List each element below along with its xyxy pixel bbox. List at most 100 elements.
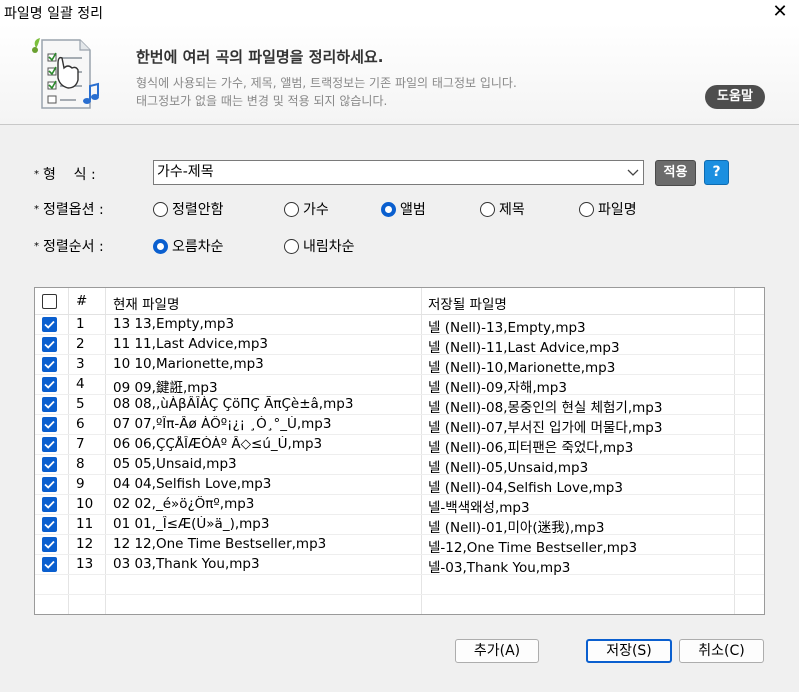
current-filename: 09 09,鍵誑,mp3 bbox=[113, 380, 218, 396]
table-row[interactable]: 10 02 02,_é»ö¿Öπº,mp3 넬-백색왜성,mp3 bbox=[35, 495, 764, 516]
format-label: * 형 식 : bbox=[34, 167, 96, 183]
radio-circle bbox=[480, 201, 495, 217]
table-row[interactable]: 4 09 09,鍵誑,mp3 넬 (Nell)-09,자해,mp3 bbox=[35, 375, 764, 396]
table-row[interactable]: 11 01 01,_Î≤Æ(Ú»ä_),mp3 넬 (Nell)-01,미아(迷我)… bbox=[35, 515, 764, 536]
target-filename: 넬 (Nell)-13,Empty,mp3 bbox=[428, 320, 586, 336]
row-checkbox[interactable] bbox=[42, 357, 57, 372]
table-row-empty bbox=[35, 575, 764, 595]
row-checkbox[interactable] bbox=[42, 457, 57, 472]
check-icon bbox=[44, 500, 55, 509]
column-header-number[interactable]: # bbox=[76, 293, 87, 309]
table-row[interactable]: 2 11 11,Last Advice,mp3 넬 (Nell)-11,Last A… bbox=[35, 335, 764, 356]
row-checkbox[interactable] bbox=[42, 377, 57, 392]
row-number: 6 bbox=[76, 416, 85, 432]
radio-sort-none[interactable]: 정렬안함 bbox=[153, 199, 224, 219]
format-dropdown[interactable]: 가수-제목 bbox=[153, 160, 644, 185]
table-row[interactable]: 5 08 08,,ùÀβÂÎÀÇ ÇöΠÇ ÃπÇè±â,mp3 넬 (Nell)-… bbox=[35, 395, 764, 416]
banner-description-2: 태그정보가 없을 때는 변경 및 적용 되지 않습니다. bbox=[136, 94, 388, 108]
row-checkbox[interactable] bbox=[42, 537, 57, 552]
question-help-button[interactable]: ? bbox=[704, 160, 729, 185]
current-filename: 03 03,Thank You,mp3 bbox=[113, 556, 260, 572]
current-filename: 13 13,Empty,mp3 bbox=[113, 316, 235, 332]
current-filename: 11 11,Last Advice,mp3 bbox=[113, 336, 268, 352]
row-number: 10 bbox=[76, 496, 94, 512]
row-number: 4 bbox=[76, 376, 85, 392]
row-checkbox[interactable] bbox=[42, 497, 57, 512]
current-filename: 01 01,_Î≤Æ(Ú»ä_),mp3 bbox=[113, 516, 270, 532]
check-icon bbox=[44, 420, 55, 429]
row-checkbox[interactable] bbox=[42, 337, 57, 352]
row-number: 1 bbox=[76, 316, 85, 332]
check-icon bbox=[44, 440, 55, 449]
row-number: 11 bbox=[76, 516, 94, 532]
current-filename: 04 04,Selfish Love,mp3 bbox=[113, 476, 272, 492]
row-number: 9 bbox=[76, 476, 85, 492]
radio-sort-title[interactable]: 제목 bbox=[480, 199, 525, 219]
check-icon bbox=[44, 360, 55, 369]
chevron-down-icon bbox=[627, 161, 639, 192]
table-row[interactable]: 3 10 10,Marionette,mp3 넬 (Nell)-10,Marione… bbox=[35, 355, 764, 376]
check-icon bbox=[44, 400, 55, 409]
target-filename: 넬-03,Thank You,mp3 bbox=[428, 560, 571, 576]
radio-sort-artist[interactable]: 가수 bbox=[284, 199, 329, 219]
table-row[interactable]: 1 13 13,Empty,mp3 넬 (Nell)-13,Empty,mp3 bbox=[35, 315, 764, 336]
cancel-button[interactable]: 취소(C) bbox=[679, 639, 764, 663]
row-checkbox[interactable] bbox=[42, 517, 57, 532]
check-icon bbox=[44, 540, 55, 549]
radio-sort-filename[interactable]: 파일명 bbox=[579, 199, 637, 219]
current-filename: 02 02,_é»ö¿Öπº,mp3 bbox=[113, 496, 255, 512]
check-icon bbox=[44, 340, 55, 349]
table-row[interactable]: 6 07 07,ºÎπ-Âø ÀÔº¡¿¡ ¸Ó¸°_Ù,mp3 넬 (Nell)-… bbox=[35, 415, 764, 436]
target-filename: 넬 (Nell)-06,피터팬은 죽었다,mp3 bbox=[428, 440, 634, 456]
current-filename: 05 05,Unsaid,mp3 bbox=[113, 456, 237, 472]
row-checkbox[interactable] bbox=[42, 557, 57, 572]
current-filename: 06 06,ÇÇÅÎÆÒÀº Â◇≤ú_Ù,mp3 bbox=[113, 436, 323, 452]
check-icon bbox=[44, 320, 55, 329]
row-number: 5 bbox=[76, 396, 85, 412]
row-number: 8 bbox=[76, 456, 85, 472]
row-checkbox[interactable] bbox=[42, 477, 57, 492]
target-filename: 넬 (Nell)-10,Marionette,mp3 bbox=[428, 360, 616, 376]
target-filename: 넬 (Nell)-11,Last Advice,mp3 bbox=[428, 340, 620, 356]
check-icon bbox=[44, 560, 55, 569]
sort-order-label: * 정렬순서 : bbox=[34, 239, 104, 255]
radio-circle-selected bbox=[381, 201, 396, 217]
file-table: # 현재 파일명 저장될 파일명 1 13 13,Empty,mp3 넬 (Nell… bbox=[34, 287, 765, 615]
target-filename: 넬-12,One Time Bestseller,mp3 bbox=[428, 540, 638, 556]
table-header: # 현재 파일명 저장될 파일명 bbox=[35, 288, 764, 315]
row-number: 7 bbox=[76, 436, 85, 452]
radio-circle-selected bbox=[153, 238, 168, 254]
row-number: 13 bbox=[76, 556, 94, 572]
row-checkbox[interactable] bbox=[42, 317, 57, 332]
column-header-current[interactable]: 현재 파일명 bbox=[113, 293, 179, 313]
target-filename: 넬 (Nell)-09,자해,mp3 bbox=[428, 380, 567, 396]
sort-option-label: * 정렬옵션 : bbox=[34, 202, 104, 218]
table-row[interactable]: 7 06 06,ÇÇÅÎÆÒÀº Â◇≤ú_Ù,mp3 넬 (Nell)-06,피터… bbox=[35, 435, 764, 456]
save-button[interactable]: 저장(S) bbox=[586, 639, 672, 663]
check-icon bbox=[44, 460, 55, 469]
check-icon bbox=[44, 380, 55, 389]
radio-circle bbox=[284, 238, 299, 254]
apply-button[interactable]: 적용 bbox=[655, 160, 696, 186]
current-filename: 12 12,One Time Bestseller,mp3 bbox=[113, 536, 327, 552]
table-row[interactable]: 12 12 12,One Time Bestseller,mp3 넬-12,One … bbox=[35, 535, 764, 556]
column-header-target[interactable]: 저장될 파일명 bbox=[428, 293, 507, 313]
table-row[interactable]: 9 04 04,Selfish Love,mp3 넬 (Nell)-04,Selfi… bbox=[35, 475, 764, 496]
window-title: 파일명 일괄 정리 bbox=[4, 6, 104, 22]
row-checkbox[interactable] bbox=[42, 437, 57, 452]
radio-sort-album[interactable]: 앨범 bbox=[381, 199, 426, 219]
check-icon bbox=[44, 520, 55, 529]
add-button[interactable]: 추가(A) bbox=[455, 639, 539, 663]
close-icon[interactable]: ✕ bbox=[768, 0, 792, 24]
row-checkbox[interactable] bbox=[42, 417, 57, 432]
radio-circle bbox=[153, 201, 168, 217]
table-row[interactable]: 13 03 03,Thank You,mp3 넬-03,Thank You,mp3 bbox=[35, 555, 764, 576]
radio-descending[interactable]: 내림차순 bbox=[284, 236, 355, 256]
target-filename: 넬 (Nell)-08,몽중인의 현실 체험기,mp3 bbox=[428, 400, 663, 416]
row-checkbox[interactable] bbox=[42, 397, 57, 412]
help-button[interactable]: 도움말 bbox=[705, 85, 765, 109]
header-banner: 한번에 여러 곡의 파일명을 정리하세요. 형식에 사용되는 가수, 제목, 앨… bbox=[0, 24, 799, 125]
select-all-checkbox[interactable] bbox=[42, 294, 57, 309]
table-row[interactable]: 8 05 05,Unsaid,mp3 넬 (Nell)-05,Unsaid,mp3 bbox=[35, 455, 764, 476]
radio-ascending[interactable]: 오름차순 bbox=[153, 236, 224, 256]
